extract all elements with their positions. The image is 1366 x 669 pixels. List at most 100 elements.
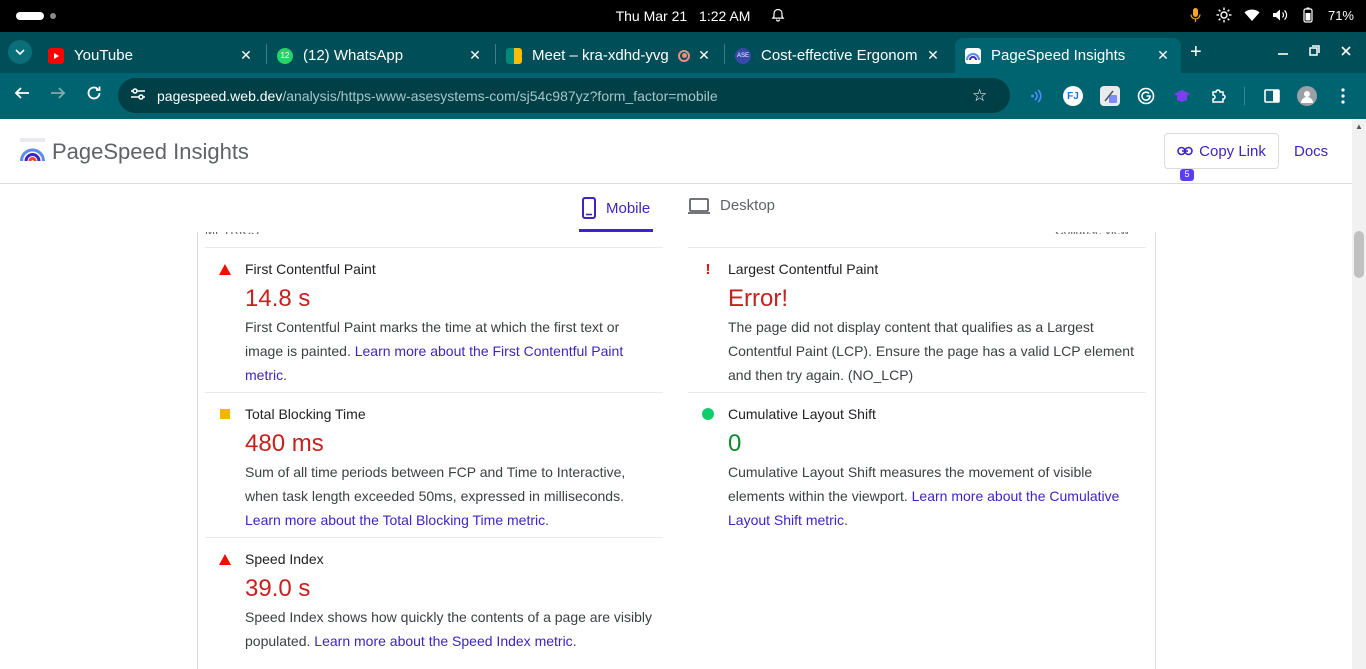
metric-value: 480 ms <box>245 430 324 457</box>
tab-title: (12) WhatsApp <box>303 47 404 64</box>
metric-description: First Contentful Paint marks the time at… <box>245 315 655 387</box>
pagespeed-favicon-icon <box>965 47 981 64</box>
toolbar-divider <box>1244 87 1245 105</box>
new-tab-plus-icon[interactable]: + <box>1190 42 1202 62</box>
metric-value: 0 <box>728 430 742 457</box>
metric-name: Speed Index <box>245 551 324 567</box>
brightness-icon <box>1216 7 1232 23</box>
metric-first-contentful-paint: First Contentful Paint 14.8 s First Cont… <box>205 247 663 387</box>
description-tail: . <box>572 633 577 649</box>
side-panel-icon[interactable] <box>1262 86 1282 106</box>
microphone-icon <box>1188 7 1204 23</box>
ase-favicon-icon: ASE <box>735 47 751 64</box>
link-icon <box>1177 146 1193 156</box>
tab-mobile-label: Mobile <box>606 199 651 217</box>
profile-avatar[interactable] <box>1297 86 1317 106</box>
minimize-window-icon[interactable] <box>1278 43 1288 59</box>
tab-ase-systems[interactable]: ASE Cost-effective Ergonom ✕ <box>725 38 951 73</box>
notification-bell-icon[interactable] <box>771 8 785 25</box>
tab-meet[interactable]: Meet – kra-xdhd-yvg ✕ <box>496 38 722 73</box>
learn-more-tbt-link[interactable]: Learn more about the Total Blocking Time… <box>245 512 545 528</box>
browser-tab-strip: YouTube ✕ 12 (12) WhatsApp ✕ Meet – kra-… <box>0 32 1366 73</box>
battery-percent: 71% <box>1327 7 1354 23</box>
fail-triangle-icon <box>205 553 245 565</box>
pass-circle-icon <box>688 408 728 420</box>
metric-value: Error! <box>728 285 788 312</box>
metric-name: Largest Contentful Paint <box>728 261 879 277</box>
tab-title: PageSpeed Insights <box>991 47 1126 64</box>
battery-icon <box>1300 7 1316 23</box>
url-path: /analysis/https-www-asesystems-com/sj54c… <box>282 87 718 104</box>
wifi-icon <box>1244 7 1260 23</box>
os-clock[interactable]: Thu Mar 21 1:22 AM <box>0 8 1366 24</box>
close-tab-icon[interactable]: ✕ <box>238 47 254 64</box>
tab-desktop[interactable]: Desktop <box>688 197 775 214</box>
tab-whatsapp[interactable]: 12 (12) WhatsApp ✕ <box>267 38 493 73</box>
whatsapp-favicon-icon: 12 <box>277 47 293 64</box>
form-factor-tabs: Mobile Desktop <box>0 184 1352 232</box>
scroll-up-arrow-icon[interactable]: ▲ <box>1355 122 1363 131</box>
smartphone-icon <box>582 197 596 219</box>
read-aloud-extension-icon[interactable] <box>1028 86 1048 106</box>
description-tail: . <box>545 512 550 528</box>
fj-extension-icon[interactable]: FJ <box>1063 86 1083 106</box>
maximize-window-icon[interactable] <box>1309 43 1320 59</box>
google-meet-favicon-icon <box>506 47 522 64</box>
bookmark-star-icon[interactable]: ☆ <box>972 86 996 106</box>
graduation-cap-extension-icon[interactable] <box>1172 86 1192 106</box>
close-tab-icon[interactable]: ✕ <box>696 47 712 64</box>
chevron-down-icon <box>15 49 25 55</box>
url-domain: pagespeed.web.dev <box>157 87 283 104</box>
clock-time: 1:22 AM <box>699 8 751 24</box>
tab-search-button[interactable] <box>8 40 32 64</box>
browser-toolbar: pagespeed.web.dev/analysis/https-www-ase… <box>0 73 1366 181</box>
scrollbar-thumb[interactable] <box>1354 231 1364 278</box>
close-tab-icon[interactable]: ✕ <box>925 47 941 64</box>
learn-more-si-link[interactable]: Learn more about the Speed Index metric <box>314 633 572 649</box>
metric-largest-contentful-paint: ! Largest Contentful Paint Error! The pa… <box>688 247 1146 387</box>
metric-description: Cumulative Layout Shift measures the mov… <box>728 460 1138 532</box>
site-info-icon[interactable] <box>130 87 148 104</box>
close-tab-icon[interactable]: ✕ <box>467 47 483 64</box>
tab-mobile[interactable]: Mobile <box>582 197 650 219</box>
metric-value: 39.0 s <box>245 575 311 602</box>
metric-description: Sum of all time periods between FCP and … <box>245 460 655 532</box>
address-bar[interactable]: pagespeed.web.dev/analysis/https-www-ase… <box>118 78 1010 113</box>
close-tab-icon[interactable]: ✕ <box>1155 47 1171 64</box>
active-tab-underline <box>579 229 653 232</box>
laptop-icon <box>688 197 710 214</box>
copy-link-button[interactable]: Copy Link <box>1164 133 1279 169</box>
back-arrow-icon[interactable] <box>14 85 30 105</box>
description-text: Sum of all time periods between FCP and … <box>245 464 626 504</box>
metric-speed-index: Speed Index 39.0 s Speed Index shows how… <box>205 537 663 653</box>
close-window-icon[interactable] <box>1341 43 1351 59</box>
tab-title: Meet – kra-xdhd-yvg <box>532 47 669 64</box>
psi-header: PageSpeed Insights Copy Link Docs <box>0 119 1352 184</box>
description-tail: . <box>843 512 848 528</box>
system-tray[interactable]: 71% <box>1188 7 1354 23</box>
metric-name: Total Blocking Time <box>245 406 366 422</box>
volume-icon <box>1272 7 1288 23</box>
tab-desktop-label: Desktop <box>720 197 776 214</box>
metric-name: Cumulative Layout Shift <box>728 406 876 422</box>
youtube-favicon-icon <box>48 47 64 64</box>
reload-icon[interactable] <box>86 85 102 105</box>
browser-menu-icon[interactable] <box>1333 86 1353 106</box>
metric-description: Speed Index shows how quickly the conten… <box>245 605 655 653</box>
clipboard-extension-icon[interactable] <box>1100 86 1120 106</box>
docs-link[interactable]: Docs <box>1294 143 1328 160</box>
metric-name: First Contentful Paint <box>245 261 376 277</box>
grammarly-extension-icon[interactable] <box>1136 86 1156 106</box>
metric-cumulative-layout-shift: Cumulative Layout Shift 0 Cumulative Lay… <box>688 392 1146 532</box>
tab-youtube[interactable]: YouTube ✕ <box>38 38 264 73</box>
url-text[interactable]: pagespeed.web.dev/analysis/https-www-ase… <box>157 88 972 104</box>
average-square-icon <box>205 409 245 419</box>
page-title[interactable]: PageSpeed Insights <box>52 139 249 165</box>
page-scrollbar[interactable] <box>1352 119 1366 669</box>
metric-error-description: The page did not display content that qu… <box>728 319 1134 383</box>
tab-pagespeed-insights[interactable]: PageSpeed Insights ✕ <box>955 38 1181 73</box>
recording-indicator-icon <box>678 49 690 62</box>
pagespeed-logo-icon[interactable] <box>20 138 45 163</box>
forward-arrow-icon[interactable] <box>50 85 66 105</box>
extensions-puzzle-icon[interactable] <box>1208 86 1228 106</box>
